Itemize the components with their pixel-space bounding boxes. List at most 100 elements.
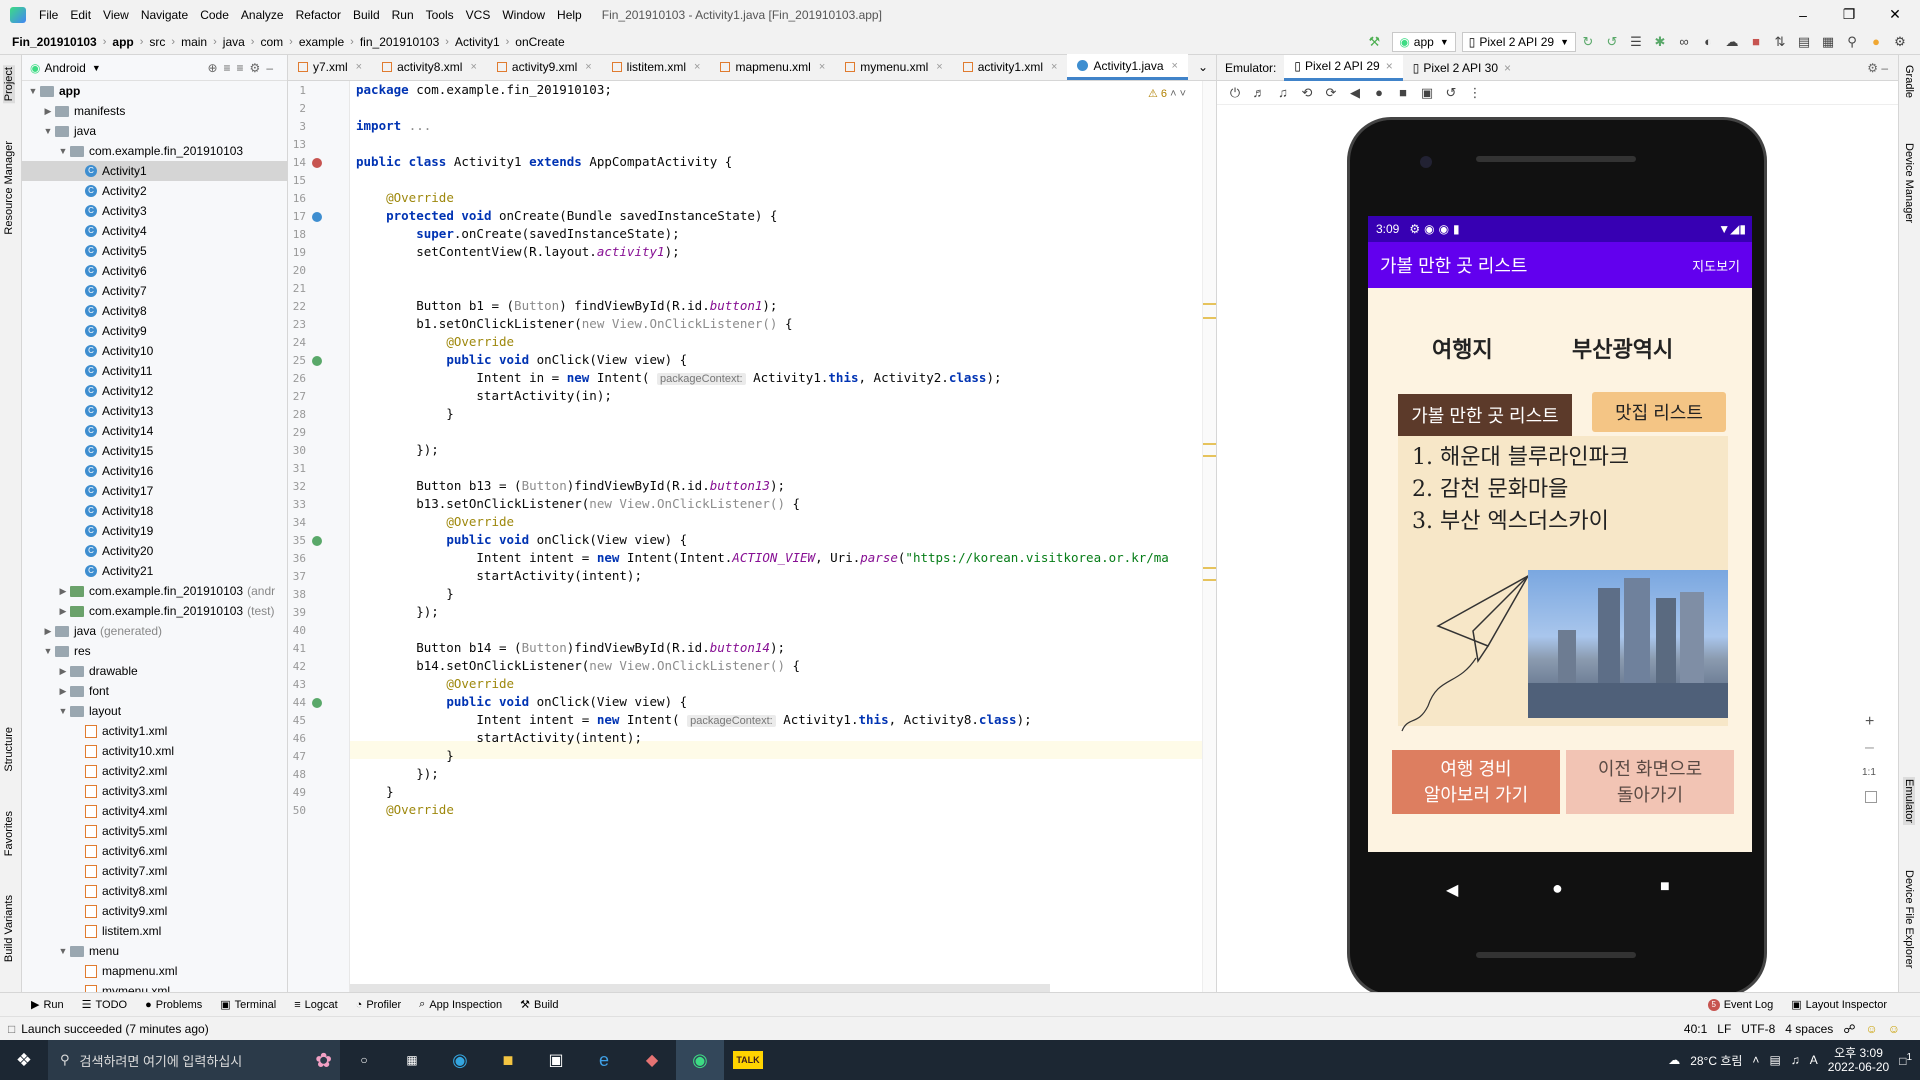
editor-tab[interactable]: mymenu.xml × (835, 54, 952, 80)
tree-item[interactable]: C Activity7 (22, 281, 287, 301)
chevron-right-icon[interactable]: ▶ (56, 686, 70, 697)
chevron-right-icon[interactable]: ▶ (56, 606, 70, 617)
menu-refactor[interactable]: Refactor (290, 8, 347, 22)
notification-icon[interactable]: □1 (1899, 1052, 1912, 1068)
device-file-explorer-tool-tab[interactable]: Device File Explorer (1903, 870, 1915, 968)
cortana-icon[interactable]: ○ (340, 1040, 388, 1080)
taskbar-search[interactable]: ⚲ 검색하려면 여기에 입력하십시 ✿ (48, 1040, 340, 1080)
tree-item[interactable]: activity3.xml (22, 781, 287, 801)
update-icon[interactable]: ● (1866, 32, 1886, 52)
breadcrumb-item[interactable]: Fin_201910103 (8, 35, 101, 49)
close-tab-icon[interactable]: × (356, 61, 362, 73)
device-manager-tool-tab[interactable]: Device Manager (1903, 143, 1915, 223)
menu-analyze[interactable]: Analyze (235, 8, 290, 22)
sync-gradle-icon[interactable]: ⇅ (1770, 32, 1790, 52)
travel-cost-button[interactable]: 여행 경비 알아보러 가기 (1392, 750, 1560, 814)
search-icon[interactable]: ⚲ (1842, 32, 1862, 52)
resource-manager-tool-tab[interactable]: Resource Manager (3, 141, 15, 235)
tab-attractions-button[interactable]: 가볼 만한 곳 리스트 (1398, 394, 1572, 436)
tree-item[interactable]: activity9.xml (22, 901, 287, 921)
breadcrumb-item[interactable]: main (177, 35, 211, 49)
volume-down-icon[interactable]: ♫ (1271, 85, 1295, 100)
android-studio-taskbar-icon[interactable]: ◉ (676, 1040, 724, 1080)
breadcrumb-item[interactable]: com (256, 35, 287, 49)
tree-item[interactable]: C Activity8 (22, 301, 287, 321)
editor-tab[interactable]: activity1.xml × (953, 54, 1068, 80)
editor-tab[interactable]: y7.xml × (288, 54, 372, 80)
tree-item[interactable]: ▶ drawable (22, 661, 287, 681)
store-icon[interactable]: ▣ (532, 1040, 580, 1080)
profile-icon[interactable]: ◐ (1698, 32, 1718, 52)
chevron-right-icon[interactable]: ▶ (41, 626, 55, 637)
apply-changes-icon[interactable]: ↺ (1602, 32, 1622, 52)
emulator-tool-tab[interactable]: Emulator (1903, 777, 1915, 826)
event-log-tab[interactable]: 5 Event Log (1699, 998, 1783, 1011)
maximize-icon[interactable]: ❐ (1826, 0, 1872, 29)
breadcrumb-item[interactable]: src (145, 35, 169, 49)
close-tab-icon[interactable]: × (1386, 59, 1393, 73)
zoom-out-icon[interactable]: – (1865, 739, 1874, 757)
tree-item[interactable]: C Activity1 (22, 161, 287, 181)
breadcrumb-item[interactable]: onCreate (511, 35, 568, 49)
paint-icon[interactable]: ◆ (628, 1040, 676, 1080)
tree-item[interactable]: C Activity2 (22, 181, 287, 201)
run-config-dropdown[interactable]: ◉ app ▼ (1392, 31, 1456, 52)
tool-tab-terminal[interactable]: ▣ Terminal (211, 998, 285, 1012)
kakaotalk-icon[interactable]: TALK (724, 1040, 772, 1080)
editor-tab[interactable]: listitem.xml × (602, 54, 711, 80)
nav-recents-icon[interactable]: ■ (1660, 878, 1670, 896)
rerun-icon[interactable]: ↻ (1578, 32, 1598, 52)
tab-pixel2-api30[interactable]: ▯ Pixel 2 API 30 × (1403, 55, 1521, 81)
overview-icon[interactable]: ■ (1391, 85, 1415, 100)
snapshot-icon[interactable]: ↺ (1439, 85, 1463, 101)
windows-start-icon[interactable]: ❖ (0, 1040, 48, 1080)
tree-item[interactable]: C Activity5 (22, 241, 287, 261)
tree-item[interactable]: C Activity3 (22, 201, 287, 221)
tree-item[interactable]: ▶ com.example.fin_201910103 (test) (22, 601, 287, 621)
tree-item[interactable]: ▼ java (22, 121, 287, 141)
tree-item[interactable]: ▶ font (22, 681, 287, 701)
rotate-left-icon[interactable]: ⟲ (1295, 85, 1319, 101)
breadcrumb-item[interactable]: Activity1 (451, 35, 504, 49)
feedback-icon[interactable]: ☺ (1865, 1022, 1877, 1036)
file-explorer-icon[interactable]: ■ (484, 1040, 532, 1080)
tool-tab-profiler[interactable]: ◔ Profiler (347, 998, 411, 1011)
tree-item[interactable]: ▶ java (generated) (22, 621, 287, 641)
volume-icon[interactable]: ♫ (1791, 1053, 1800, 1067)
hector-icon[interactable]: ☺ (1888, 1022, 1900, 1036)
menu-help[interactable]: Help (551, 8, 588, 22)
internet-explorer-icon[interactable]: e (580, 1040, 628, 1080)
tree-item[interactable]: C Activity9 (22, 321, 287, 341)
tree-item[interactable]: C Activity6 (22, 261, 287, 281)
chevron-right-icon[interactable]: ▶ (56, 666, 70, 677)
weather-icon[interactable]: ☁ (1668, 1053, 1680, 1067)
breadcrumb-item[interactable]: fin_201910103 (356, 35, 443, 49)
home-icon[interactable]: ● (1367, 85, 1391, 100)
coverage-icon[interactable]: ☁ (1722, 32, 1742, 52)
tree-item[interactable]: mymenu.xml (22, 981, 287, 992)
menu-code[interactable]: Code (194, 8, 235, 22)
ime-language[interactable]: A (1810, 1053, 1818, 1067)
tab-pixel2-api29[interactable]: ▯ Pixel 2 API 29 × (1284, 54, 1403, 81)
tool-tab-app-inspection[interactable]: ⌕ App Inspection (410, 998, 511, 1011)
close-icon[interactable]: ✕ (1872, 0, 1918, 29)
chevron-down-icon[interactable]: ▼ (56, 946, 70, 956)
editor-tab[interactable]: activity9.xml × (487, 54, 602, 80)
tree-item[interactable]: C Activity16 (22, 461, 287, 481)
back-icon[interactable]: ◀ (1343, 85, 1367, 101)
code-area[interactable]: package com.example.fin_201910103; import… (350, 81, 1216, 992)
tree-item[interactable]: C Activity4 (22, 221, 287, 241)
file-encoding[interactable]: UTF-8 (1741, 1022, 1775, 1036)
tree-item[interactable]: activity4.xml (22, 801, 287, 821)
more-options-icon[interactable]: ⋮ (1463, 85, 1487, 101)
tree-item[interactable]: activity6.xml (22, 841, 287, 861)
project-tool-tab[interactable]: Project (3, 65, 15, 104)
horizontal-scrollbar[interactable] (350, 984, 1050, 992)
tabs-overflow-icon[interactable]: ⌄ (1188, 54, 1218, 80)
tree-item[interactable]: activity10.xml (22, 741, 287, 761)
close-tab-icon[interactable]: × (1504, 61, 1511, 75)
tree-item[interactable]: C Activity21 (22, 561, 287, 581)
menu-view[interactable]: View (97, 8, 135, 22)
close-tab-icon[interactable]: × (1051, 61, 1057, 73)
close-tab-icon[interactable]: × (936, 61, 942, 73)
